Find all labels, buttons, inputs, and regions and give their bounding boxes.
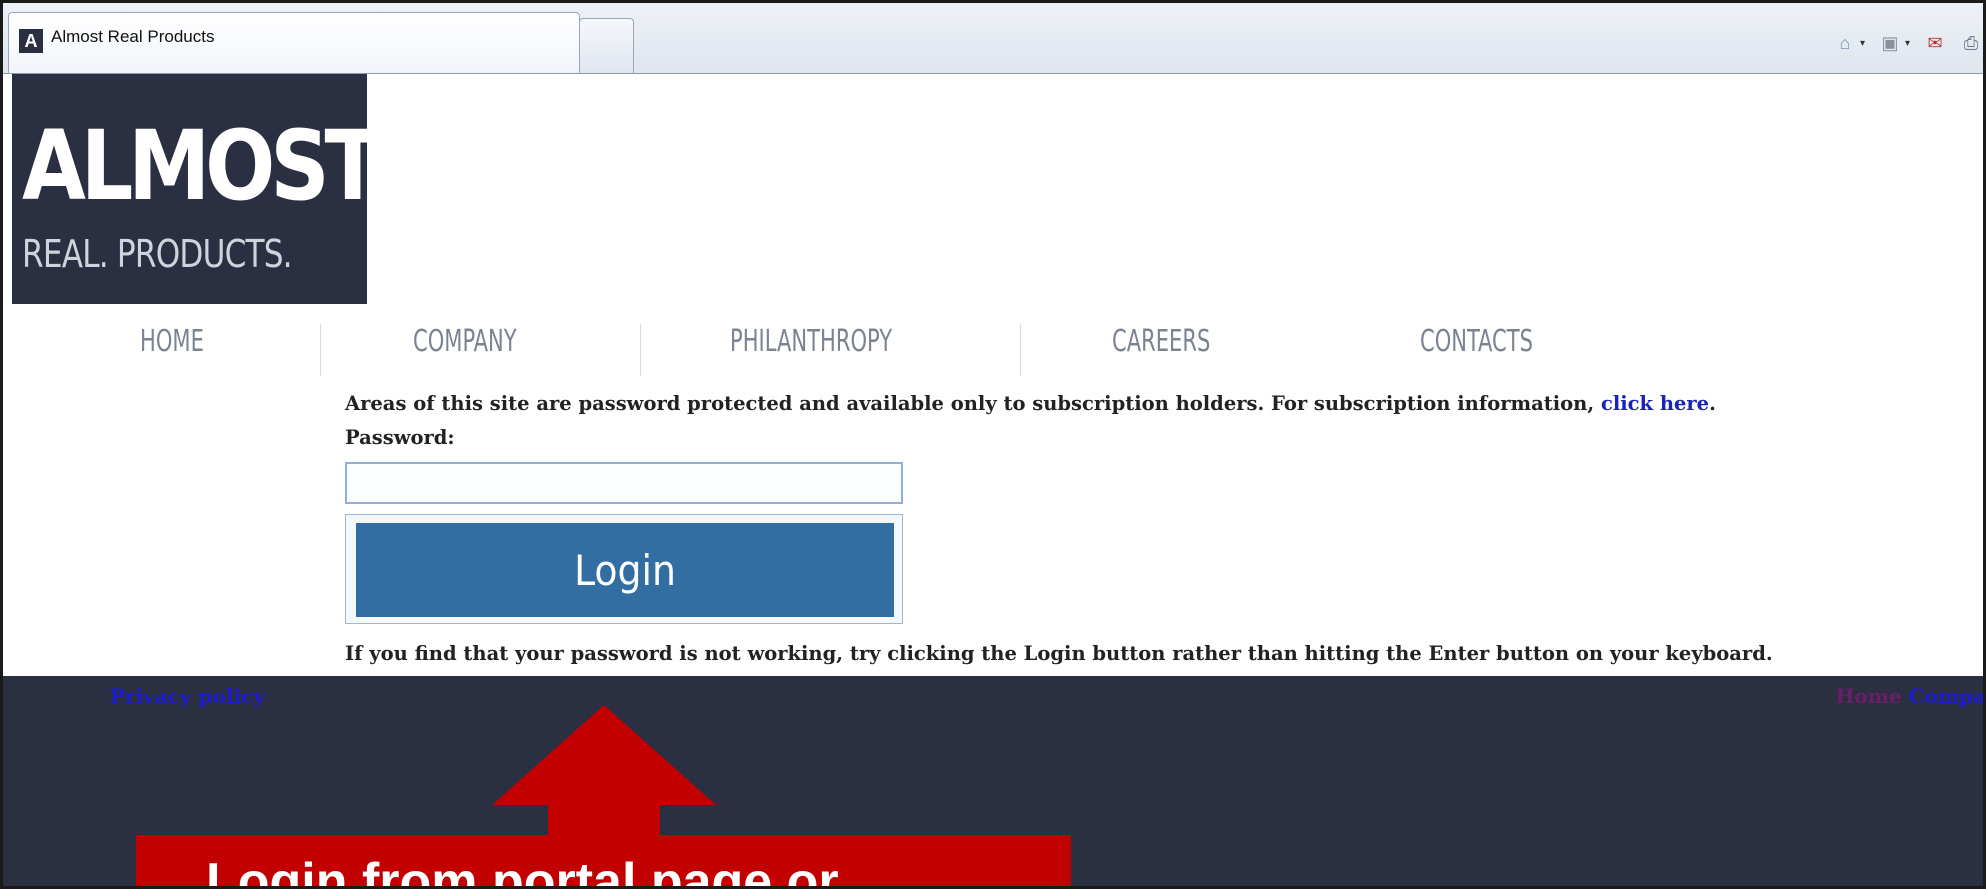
callout-text: Login from portal page or (206, 853, 839, 889)
login-button-frame: Login (345, 514, 903, 624)
browser-toolbar: ⌂ ▾ ▣ ▾ ✉ ⎙ (1834, 28, 1986, 58)
footer-nav: Home Compa (1836, 684, 1986, 708)
feeds-dropdown-icon[interactable]: ▾ (1905, 38, 1910, 49)
intro-end: . (1709, 392, 1716, 415)
tab-title: Almost Real Products (51, 27, 215, 46)
screenshot-frame: A Almost Real Products ⌂ ▾ ▣ ▾ ✉ ⎙ ALMOS… (0, 0, 1986, 889)
privacy-policy-link[interactable]: Privacy policy (110, 684, 265, 708)
new-tab-button[interactable] (579, 18, 634, 73)
annotation-arrow-shaft (548, 805, 660, 835)
feeds-icon[interactable]: ▣ (1879, 32, 1901, 54)
annotation-callout: Login from portal page or (136, 835, 1071, 889)
footer-home-link[interactable]: Home (1836, 684, 1902, 708)
annotation-arrow-up-icon (492, 705, 716, 805)
password-notice: If you find that your password is not wo… (345, 642, 1773, 665)
nav-item-home[interactable]: HOME (140, 324, 204, 359)
nav-item-philanthropy[interactable]: PHILANTHROPY (730, 324, 892, 359)
page-content: ALMOST REAL. PRODUCTS. HOME COMPANY PHIL… (0, 74, 1986, 889)
login-button[interactable]: Login (356, 523, 894, 617)
logo-main-text: ALMOST (22, 110, 381, 222)
password-label: Password: (345, 426, 455, 449)
logo-sub-text: REAL. PRODUCTS. (22, 232, 293, 276)
home-dropdown-icon[interactable]: ▾ (1860, 38, 1865, 49)
print-icon[interactable]: ⎙ (1960, 32, 1982, 54)
mail-icon[interactable]: ✉ (1924, 32, 1946, 54)
login-section: Areas of this site are password protecte… (345, 392, 1965, 665)
nav-item-company[interactable]: COMPANY (413, 324, 517, 359)
footer-company-link[interactable]: Compa (1909, 684, 1986, 708)
password-input[interactable] (345, 462, 903, 504)
nav-item-contacts[interactable]: CONTACTS (1420, 324, 1533, 359)
trial-banner-text: To get a login and free trial, call 609-… (915, 548, 1859, 589)
nav-divider (640, 324, 641, 376)
favicon-icon: A (19, 29, 43, 53)
browser-tab-bar: A Almost Real Products ⌂ ▾ ▣ ▾ ✉ ⎙ (0, 0, 1986, 74)
browser-tab[interactable]: A Almost Real Products (8, 12, 580, 73)
nav-item-careers[interactable]: CAREERS (1112, 324, 1210, 359)
site-logo[interactable]: ALMOST REAL. PRODUCTS. (12, 74, 381, 304)
intro-sentence: Areas of this site are password protecte… (345, 392, 1595, 415)
main-nav: HOME COMPANY PHILANTHROPY CAREERS CONTAC… (60, 324, 1670, 376)
subscription-link[interactable]: click here (1601, 392, 1709, 415)
nav-divider (1020, 324, 1021, 376)
home-icon[interactable]: ⌂ (1834, 32, 1856, 54)
intro-text: Areas of this site are password protecte… (345, 392, 1965, 415)
nav-divider (320, 324, 321, 376)
